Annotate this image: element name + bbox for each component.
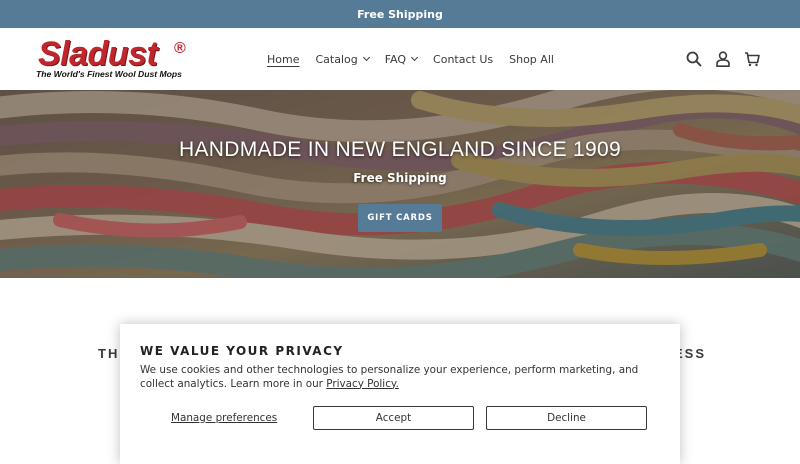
- site-header: Sladust ® The World's Finest Wool Dust M…: [0, 28, 800, 90]
- nav-shop-all-label: Shop All: [509, 52, 554, 66]
- cookie-consent-banner: WE VALUE YOUR PRIVACY We use cookies and…: [120, 324, 680, 464]
- header-icons: [686, 28, 760, 90]
- chevron-down-icon: [362, 53, 370, 62]
- cookie-title: WE VALUE YOUR PRIVACY: [140, 344, 344, 358]
- nav-contact-label: Contact Us: [433, 52, 494, 66]
- gift-cards-button[interactable]: GIFT CARDS: [358, 204, 442, 232]
- main-nav: Home Catalog FAQ Contact Us Shop All: [260, 28, 570, 90]
- nav-faq[interactable]: FAQ: [384, 52, 419, 66]
- accept-button[interactable]: Accept: [313, 406, 474, 430]
- decline-button[interactable]: Decline: [486, 406, 647, 430]
- manage-preferences-link[interactable]: Manage preferences: [171, 412, 277, 424]
- announcement-text: Free Shipping: [357, 7, 443, 21]
- nav-home[interactable]: Home: [267, 53, 299, 66]
- hero-title: HANDMADE IN NEW ENGLAND SINCE 1909: [179, 138, 621, 161]
- nav-home-label: Home: [267, 52, 300, 66]
- hero-subtitle: Free Shipping: [353, 171, 447, 185]
- nav-faq-label: FAQ: [384, 52, 407, 66]
- nav-contact[interactable]: Contact Us: [433, 53, 493, 66]
- logo[interactable]: Sladust ® The World's Finest Wool Dust M…: [36, 36, 196, 82]
- chevron-down-icon: [411, 53, 419, 62]
- logo-name: Sladust: [38, 35, 158, 73]
- nav-shop-all[interactable]: Shop All: [509, 53, 554, 66]
- privacy-policy-link[interactable]: Privacy Policy.: [326, 378, 399, 390]
- logo-tagline: The World's Finest Wool Dust Mops: [36, 69, 182, 79]
- cart-icon[interactable]: [744, 51, 760, 67]
- search-icon[interactable]: [686, 51, 702, 67]
- hero-banner: HANDMADE IN NEW ENGLAND SINCE 1909 Free …: [0, 90, 800, 278]
- nav-catalog-label: Catalog: [315, 52, 358, 66]
- account-icon[interactable]: [716, 51, 730, 67]
- announcement-bar: Free Shipping: [0, 0, 800, 28]
- logo-registered-mark: ®: [174, 40, 186, 57]
- cookie-body: We use cookies and other technologies to…: [140, 364, 660, 391]
- nav-catalog[interactable]: Catalog: [315, 52, 370, 66]
